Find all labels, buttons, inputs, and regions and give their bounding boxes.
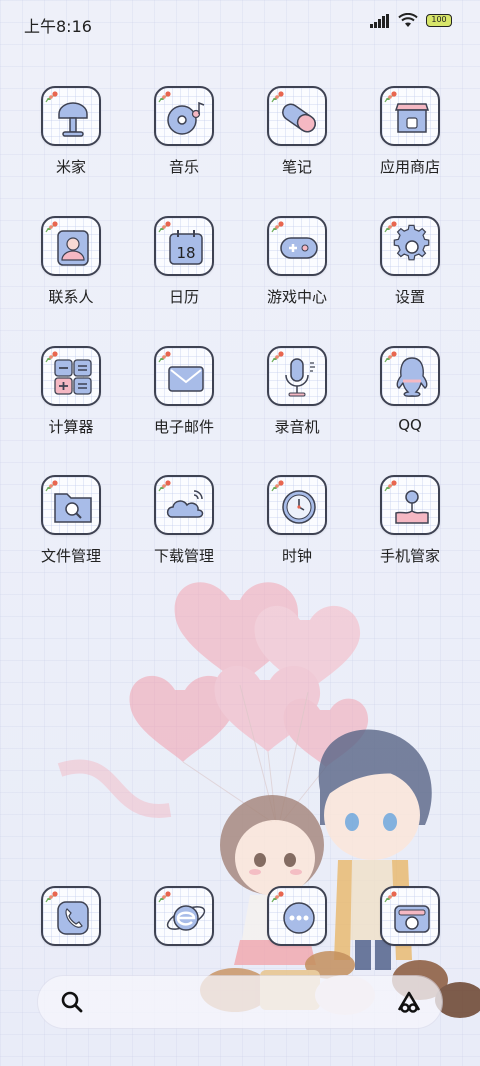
flower-decoration-icon [271, 480, 284, 492]
game-center-icon [267, 216, 327, 276]
flower-decoration-icon [45, 91, 58, 103]
app-label: 手机管家 [379, 547, 440, 565]
app-notes[interactable]: 笔记 [242, 86, 352, 177]
flower-decoration-icon [45, 891, 58, 903]
app-label: 文件管理 [40, 547, 101, 565]
qq-icon [380, 346, 440, 406]
battery-icon: 100 [426, 14, 452, 27]
status-time: 上午8:16 [24, 17, 92, 36]
app-email[interactable]: 电子邮件 [129, 346, 239, 437]
app-label: 联系人 [48, 288, 94, 306]
notes-icon [267, 86, 327, 146]
settings-icon [380, 216, 440, 276]
status-bar: 上午8:16 100 [0, 0, 480, 46]
file-manager-icon [41, 475, 101, 535]
wifi-icon [398, 13, 418, 27]
dock-browser[interactable] [129, 886, 239, 946]
app-contacts[interactable]: 联系人 [16, 216, 126, 307]
phone-icon [41, 886, 101, 946]
app-download-manager[interactable]: 下载管理 [129, 475, 239, 566]
dock-phone[interactable] [16, 886, 126, 946]
security-icon [380, 475, 440, 535]
app-calculator[interactable]: 计算器 [16, 346, 126, 437]
app-label: QQ [398, 416, 422, 434]
flower-decoration-icon [45, 351, 58, 363]
app-music[interactable]: 音乐 [129, 86, 239, 177]
app-recorder[interactable]: 录音机 [242, 346, 352, 437]
flower-decoration-icon [271, 91, 284, 103]
app-label: 笔记 [281, 158, 312, 176]
app-label: 计算器 [48, 418, 94, 436]
dock-camera[interactable] [355, 886, 465, 946]
app-label: 电子邮件 [153, 418, 214, 436]
app-store[interactable]: 应用商店 [355, 86, 465, 177]
flower-decoration-icon [384, 351, 397, 363]
flower-decoration-icon [384, 221, 397, 233]
app-store-icon [380, 86, 440, 146]
calendar-date: 18 [176, 244, 195, 262]
app-label: 音乐 [168, 158, 199, 176]
clock-icon [267, 475, 327, 535]
flower-decoration-icon [271, 891, 284, 903]
email-icon [154, 346, 214, 406]
assistant-icon[interactable] [396, 990, 422, 1014]
flower-decoration-icon [384, 891, 397, 903]
flower-decoration-icon [158, 891, 171, 903]
calculator-icon [41, 346, 101, 406]
app-game-center[interactable]: 游戏中心 [242, 216, 352, 307]
search-icon[interactable] [60, 990, 84, 1014]
calendar-icon: 18 [154, 216, 214, 276]
app-label: 应用商店 [379, 158, 440, 176]
app-label: 下载管理 [153, 547, 214, 565]
flower-decoration-icon [158, 480, 171, 492]
app-mijia[interactable]: 米家 [16, 86, 126, 177]
mijia-icon [41, 86, 101, 146]
browser-icon [154, 886, 214, 946]
app-settings[interactable]: 设置 [355, 216, 465, 307]
messages-icon [267, 886, 327, 946]
app-file-manager[interactable]: 文件管理 [16, 475, 126, 566]
contacts-icon [41, 216, 101, 276]
app-clock[interactable]: 时钟 [242, 475, 352, 566]
download-manager-icon [154, 475, 214, 535]
flower-decoration-icon [271, 351, 284, 363]
app-qq[interactable]: QQ [355, 346, 465, 434]
dock-messages[interactable] [242, 886, 352, 946]
flower-decoration-icon [158, 91, 171, 103]
search-bar[interactable] [38, 976, 442, 1028]
flower-decoration-icon [271, 221, 284, 233]
flower-decoration-icon [384, 480, 397, 492]
app-label: 米家 [55, 158, 86, 176]
app-label: 日历 [168, 288, 199, 306]
flower-decoration-icon [45, 480, 58, 492]
app-label: 游戏中心 [266, 288, 327, 306]
flower-decoration-icon [45, 221, 58, 233]
recorder-icon [267, 346, 327, 406]
flower-decoration-icon [158, 351, 171, 363]
app-calendar[interactable]: 18 日历 [129, 216, 239, 307]
app-label: 录音机 [274, 418, 320, 436]
flower-decoration-icon [158, 221, 171, 233]
music-icon [154, 86, 214, 146]
flower-decoration-icon [384, 91, 397, 103]
app-label: 设置 [394, 288, 425, 306]
camera-icon [380, 886, 440, 946]
app-security[interactable]: 手机管家 [355, 475, 465, 566]
app-label: 时钟 [281, 547, 312, 565]
signal-icon [370, 13, 389, 28]
status-icons: 100 [370, 13, 452, 28]
